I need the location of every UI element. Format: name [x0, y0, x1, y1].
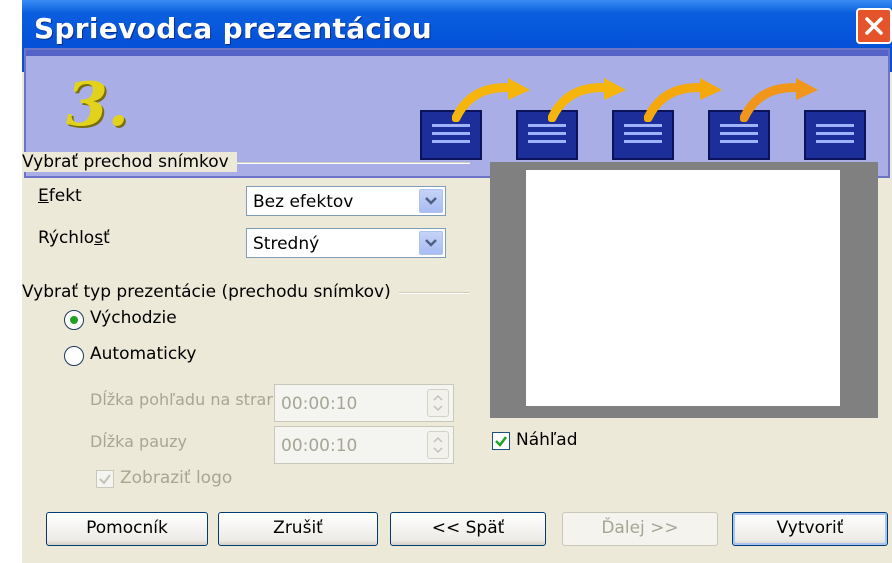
pause-duration-spinbox[interactable]: 00:00:10	[274, 426, 454, 464]
speed-select-value: Stredný	[253, 234, 320, 254]
default-option-label[interactable]: Východzie	[90, 308, 177, 328]
spin-arrows-icon[interactable]	[427, 389, 449, 417]
pause-duration-value: 00:00:10	[281, 436, 358, 456]
effect-select[interactable]: Bez efektov	[246, 186, 446, 216]
default-radio[interactable]	[64, 310, 84, 330]
chevron-down-icon	[425, 239, 437, 247]
back-button[interactable]: << Späť	[390, 512, 546, 546]
preview-checkbox[interactable]	[492, 432, 510, 450]
curved-arrow-icon	[452, 78, 530, 122]
help-button[interactable]: Pomocník	[46, 512, 208, 546]
transition-group-label: Vybrať prechod snímkov	[22, 152, 237, 172]
preview-panel	[490, 162, 878, 418]
checkmark-icon	[495, 436, 507, 447]
speed-dropdown-button[interactable]	[419, 231, 443, 255]
presentation-wizard-dialog: Sprievodca prezentáciou 3. Vybrať precho…	[22, 0, 892, 563]
radio-selected-dot	[70, 316, 78, 324]
curved-arrow-icon	[644, 78, 722, 122]
type-group-label: Vybrať typ prezentácie (prechodu snímkov…	[22, 282, 399, 302]
cancel-button[interactable]: Zrušiť	[218, 512, 378, 546]
show-logo-label[interactable]: Zobraziť logo	[120, 468, 232, 488]
curved-arrow-icon	[548, 78, 626, 122]
banner-stripe	[26, 50, 888, 56]
checkmark-icon	[99, 474, 111, 485]
automatic-option-label[interactable]: Automaticky	[90, 344, 196, 364]
preview-label[interactable]: Náhľad	[516, 430, 578, 450]
pause-duration-label: Dĺžka pauzy	[90, 432, 188, 451]
page-duration-value: 00:00:10	[281, 394, 358, 414]
show-logo-checkbox[interactable]	[96, 470, 114, 488]
window-title: Sprievodca prezentáciou	[34, 12, 432, 45]
automatic-radio[interactable]	[64, 346, 84, 366]
curved-arrow-icon	[740, 78, 818, 122]
spin-up-down-icon	[433, 436, 443, 454]
step-number: 3.	[66, 70, 129, 140]
page-duration-label: Dĺžka pohľadu na strar	[90, 390, 273, 409]
spin-up-down-icon	[433, 394, 443, 412]
effect-select-value: Bez efektov	[253, 192, 354, 212]
page-duration-spinbox[interactable]: 00:00:10	[274, 384, 454, 422]
preview-page	[526, 170, 840, 406]
next-button[interactable]: Ďalej >>	[562, 512, 718, 546]
effect-dropdown-button[interactable]	[419, 189, 443, 213]
close-button[interactable]	[856, 8, 892, 44]
effect-label: Efekt	[38, 186, 82, 206]
speed-label: Rýchlosť	[38, 228, 110, 248]
spin-arrows-icon[interactable]	[427, 431, 449, 459]
chevron-down-icon	[425, 197, 437, 205]
create-button[interactable]: Vytvoriť	[732, 512, 888, 546]
close-icon	[865, 17, 883, 35]
speed-select[interactable]: Stredný	[246, 228, 446, 258]
